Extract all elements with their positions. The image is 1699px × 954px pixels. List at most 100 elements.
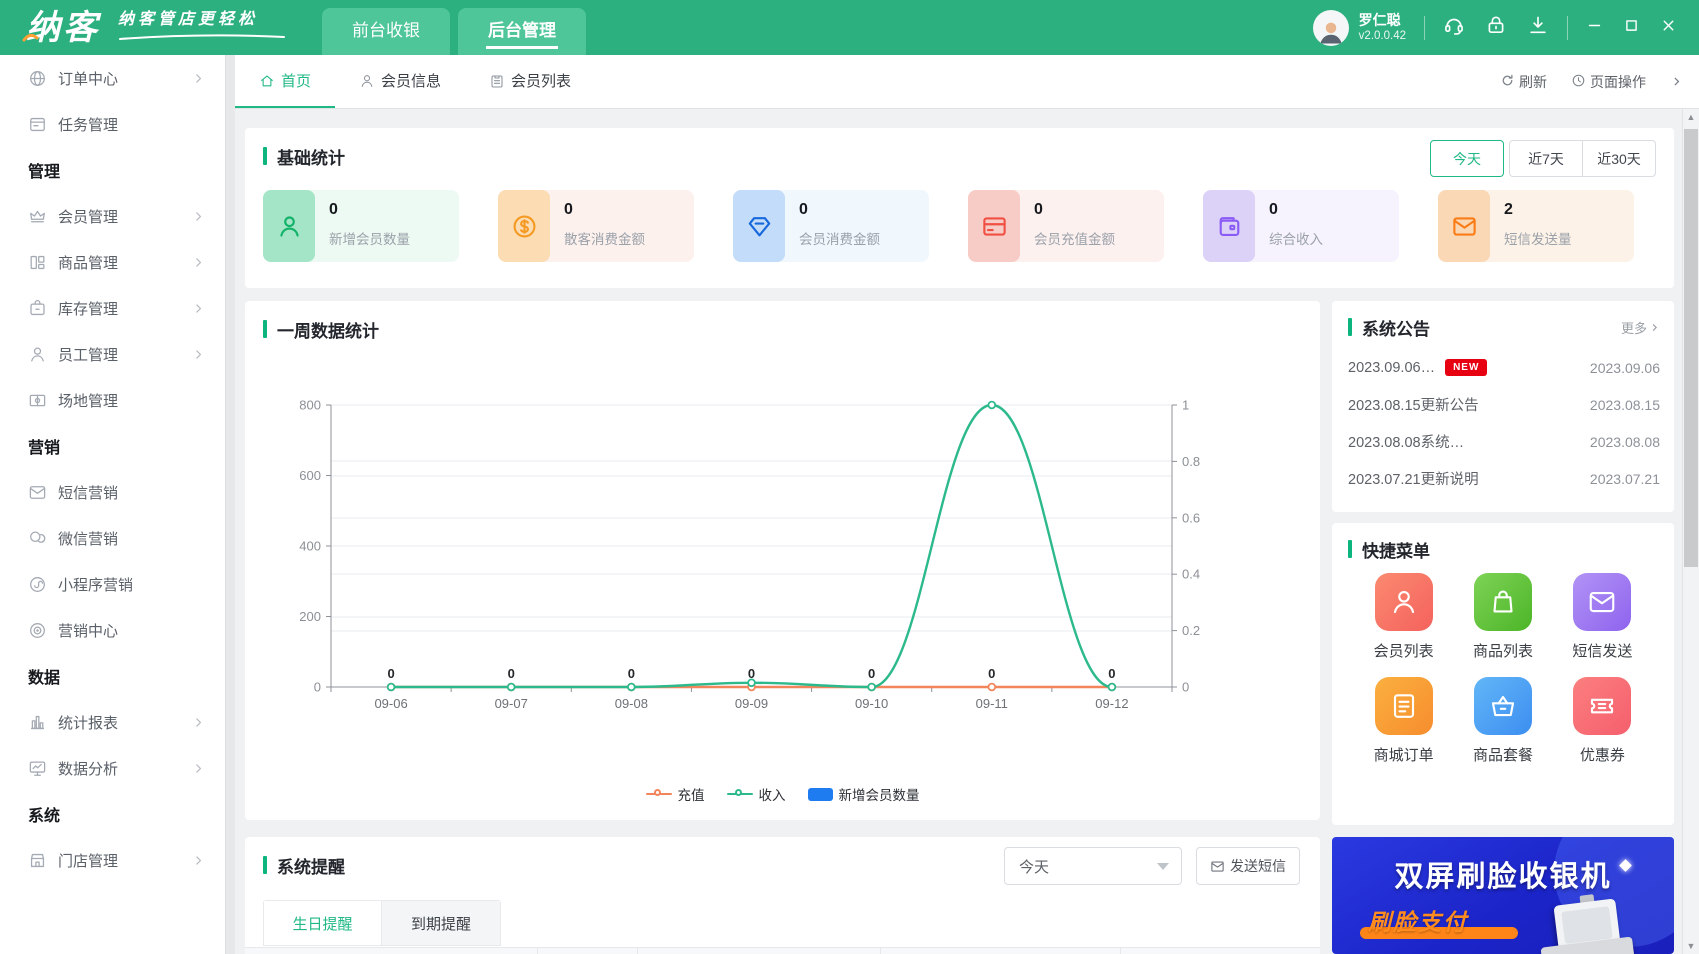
slogan-underline bbox=[118, 32, 286, 42]
svg-text:09-09: 09-09 bbox=[735, 696, 768, 711]
date-filter-select[interactable]: 今天 bbox=[1004, 847, 1182, 885]
sidebar-section-title: 管理 bbox=[0, 147, 225, 193]
sidebar-item-mail[interactable]: 短信营销 bbox=[0, 469, 225, 515]
reminder-tab-0[interactable]: 生日提醒 bbox=[264, 901, 382, 945]
legend-item[interactable]: 收入 bbox=[727, 784, 786, 804]
scrollbar-thumb[interactable] bbox=[1684, 129, 1698, 567]
page-tab-0[interactable]: 首页 bbox=[235, 55, 335, 108]
ticket-icon bbox=[1587, 691, 1617, 721]
bag-icon bbox=[1488, 587, 1518, 617]
sidebar-item-box[interactable]: 库存管理 bbox=[0, 285, 225, 331]
sidebar-item-goods[interactable]: 商品管理 bbox=[0, 239, 225, 285]
mail-icon bbox=[1587, 587, 1617, 617]
user-chip[interactable]: 罗仁聪 v2.0.0.42 bbox=[1313, 10, 1406, 46]
close-button[interactable] bbox=[1660, 17, 1677, 39]
sidebar-item-monitor[interactable]: 数据分析 bbox=[0, 745, 225, 791]
titlebar-right: 罗仁聪 v2.0.0.42 bbox=[1313, 10, 1699, 46]
sidebar-item-label: 商品管理 bbox=[58, 252, 118, 273]
range-button-2[interactable]: 近30天 bbox=[1582, 140, 1656, 177]
monitor-icon bbox=[28, 759, 47, 778]
announcement-row[interactable]: 2023.08.08系统… 2023.08.08 bbox=[1348, 423, 1660, 460]
sidebar-item-wechat[interactable]: 微信营销 bbox=[0, 515, 225, 561]
refresh-button[interactable]: 刷新 bbox=[1500, 72, 1547, 92]
quick-menu-item-person[interactable]: 会员列表 bbox=[1354, 573, 1453, 661]
customer-service-button[interactable] bbox=[1443, 14, 1465, 41]
title-accent-bar bbox=[1348, 540, 1352, 558]
maximize-button[interactable] bbox=[1623, 17, 1640, 39]
quick-menu-item-doc[interactable]: 商城订单 bbox=[1354, 677, 1453, 765]
nav-tab-backoffice[interactable]: 后台管理 bbox=[458, 8, 586, 55]
vertical-scrollbar[interactable]: ▲ ▼ bbox=[1682, 109, 1699, 954]
svg-text:0: 0 bbox=[1182, 680, 1189, 695]
page-tab-1[interactable]: 会员信息 bbox=[335, 55, 465, 108]
sidebar-item-person[interactable]: 员工管理 bbox=[0, 331, 225, 377]
reminder-tab-1[interactable]: 到期提醒 bbox=[382, 901, 500, 945]
legend-swatch bbox=[646, 788, 672, 800]
main-nav: 前台收银后台管理 bbox=[322, 0, 586, 55]
minimize-button[interactable] bbox=[1586, 17, 1603, 39]
send-sms-button[interactable]: 发送短信 bbox=[1196, 847, 1300, 885]
scroll-down-arrow[interactable]: ▼ bbox=[1683, 938, 1699, 954]
reminder-tab-label: 生日提醒 bbox=[292, 913, 352, 934]
announcement-row[interactable]: 2023.07.21更新说明 2023.07.21 bbox=[1348, 460, 1660, 497]
titlebar-icons bbox=[1443, 14, 1549, 41]
line-chart[interactable]: 020040060080000.20.40.60.8109-0609-0709-… bbox=[259, 359, 1299, 756]
legend-item[interactable]: 新增会员数量 bbox=[808, 784, 920, 804]
sidebar-item-task[interactable]: 任务管理 bbox=[0, 101, 225, 147]
quick-menu-grid: 会员列表 商品列表 短信发送 商城订单 商品套餐 优惠券 bbox=[1354, 573, 1652, 765]
sidebar-item-barchart[interactable]: 统计报表 bbox=[0, 699, 225, 745]
chart-title: 一周数据统计 bbox=[277, 317, 379, 342]
slogan-text: 纳客管店更轻松 bbox=[118, 5, 286, 29]
sidebar-item-crown[interactable]: 会员管理 bbox=[0, 193, 225, 239]
sidebar-scroll-track[interactable] bbox=[225, 55, 235, 954]
range-label: 今天 bbox=[1453, 149, 1481, 169]
sidebar-item-field[interactable]: 场地管理 bbox=[0, 377, 225, 423]
svg-text:09-06: 09-06 bbox=[374, 696, 407, 711]
basket-icon bbox=[1488, 691, 1518, 721]
page-tab-2[interactable]: 会员列表 bbox=[465, 55, 595, 108]
globe-icon bbox=[28, 69, 47, 88]
svg-text:09-07: 09-07 bbox=[495, 696, 528, 711]
avatar[interactable] bbox=[1313, 10, 1349, 46]
reminders-title: 系统提醒 bbox=[277, 853, 345, 878]
quick-menu-item-bag[interactable]: 商品列表 bbox=[1453, 573, 1552, 661]
legend-item[interactable]: 充值 bbox=[646, 784, 705, 804]
sidebar-item-store[interactable]: 门店管理 bbox=[0, 837, 225, 883]
page-operations-button[interactable]: 页面操作 bbox=[1571, 72, 1646, 92]
quick-menu-item-mail[interactable]: 短信发送 bbox=[1553, 573, 1652, 661]
quick-menu-title: 快捷菜单 bbox=[1362, 537, 1430, 562]
scroll-up-arrow[interactable]: ▲ bbox=[1683, 109, 1699, 125]
lock-button[interactable] bbox=[1485, 14, 1507, 41]
svg-text:09-11: 09-11 bbox=[976, 696, 1008, 711]
customer-service-icon bbox=[1443, 14, 1465, 36]
reminder-tabs: 生日提醒 到期提醒 bbox=[263, 900, 501, 946]
expand-chevron-icon[interactable] bbox=[1670, 75, 1683, 88]
nav-tab-cashier[interactable]: 前台收银 bbox=[322, 8, 450, 55]
quick-menu-item-basket[interactable]: 商品套餐 bbox=[1453, 677, 1552, 765]
stat-card: 0 散客消费金额 bbox=[498, 190, 694, 262]
page-tab-label: 会员信息 bbox=[381, 70, 441, 91]
stat-card-tile bbox=[968, 190, 1020, 262]
sidebar-item-miniapp[interactable]: 小程序营销 bbox=[0, 561, 225, 607]
promo-banner[interactable]: 双屏刷脸收银机 刷脸支付 bbox=[1332, 837, 1674, 954]
announcement-text: 2023.08.15更新公告 bbox=[1348, 394, 1479, 415]
announcement-text: 2023.08.08系统… bbox=[1348, 431, 1464, 452]
title-accent-bar bbox=[263, 856, 267, 874]
announcement-row[interactable]: 2023.08.15更新公告 2023.08.15 bbox=[1348, 386, 1660, 423]
sidebar-item-globe[interactable]: 订单中心 bbox=[0, 55, 225, 101]
sidebar-item-target[interactable]: 营销中心 bbox=[0, 607, 225, 653]
range-button-1[interactable]: 近7天 bbox=[1509, 140, 1583, 177]
announcement-text: 2023.07.21更新说明 bbox=[1348, 468, 1479, 489]
app-window: { "window": { "logo_text": "纳客", "slogan… bbox=[0, 0, 1699, 954]
download-button[interactable] bbox=[1527, 14, 1549, 41]
stat-card-tile bbox=[1203, 190, 1255, 262]
quick-menu-item-ticket[interactable]: 优惠券 bbox=[1553, 677, 1652, 765]
range-button-0[interactable]: 今天 bbox=[1430, 140, 1504, 177]
avatar-person-icon bbox=[1316, 16, 1346, 46]
more-link[interactable]: 更多 bbox=[1621, 318, 1660, 337]
announcement-row[interactable]: 2023.09.06… NEW 2023.09.06 bbox=[1348, 349, 1660, 386]
announcement-date: 2023.09.06 bbox=[1590, 360, 1660, 376]
titlebar: 纳客 纳客管店更轻松 前台收银后台管理 罗仁聪 v2.0.0.42 bbox=[0, 0, 1699, 55]
list-icon bbox=[489, 73, 505, 89]
close-icon bbox=[1660, 17, 1677, 34]
